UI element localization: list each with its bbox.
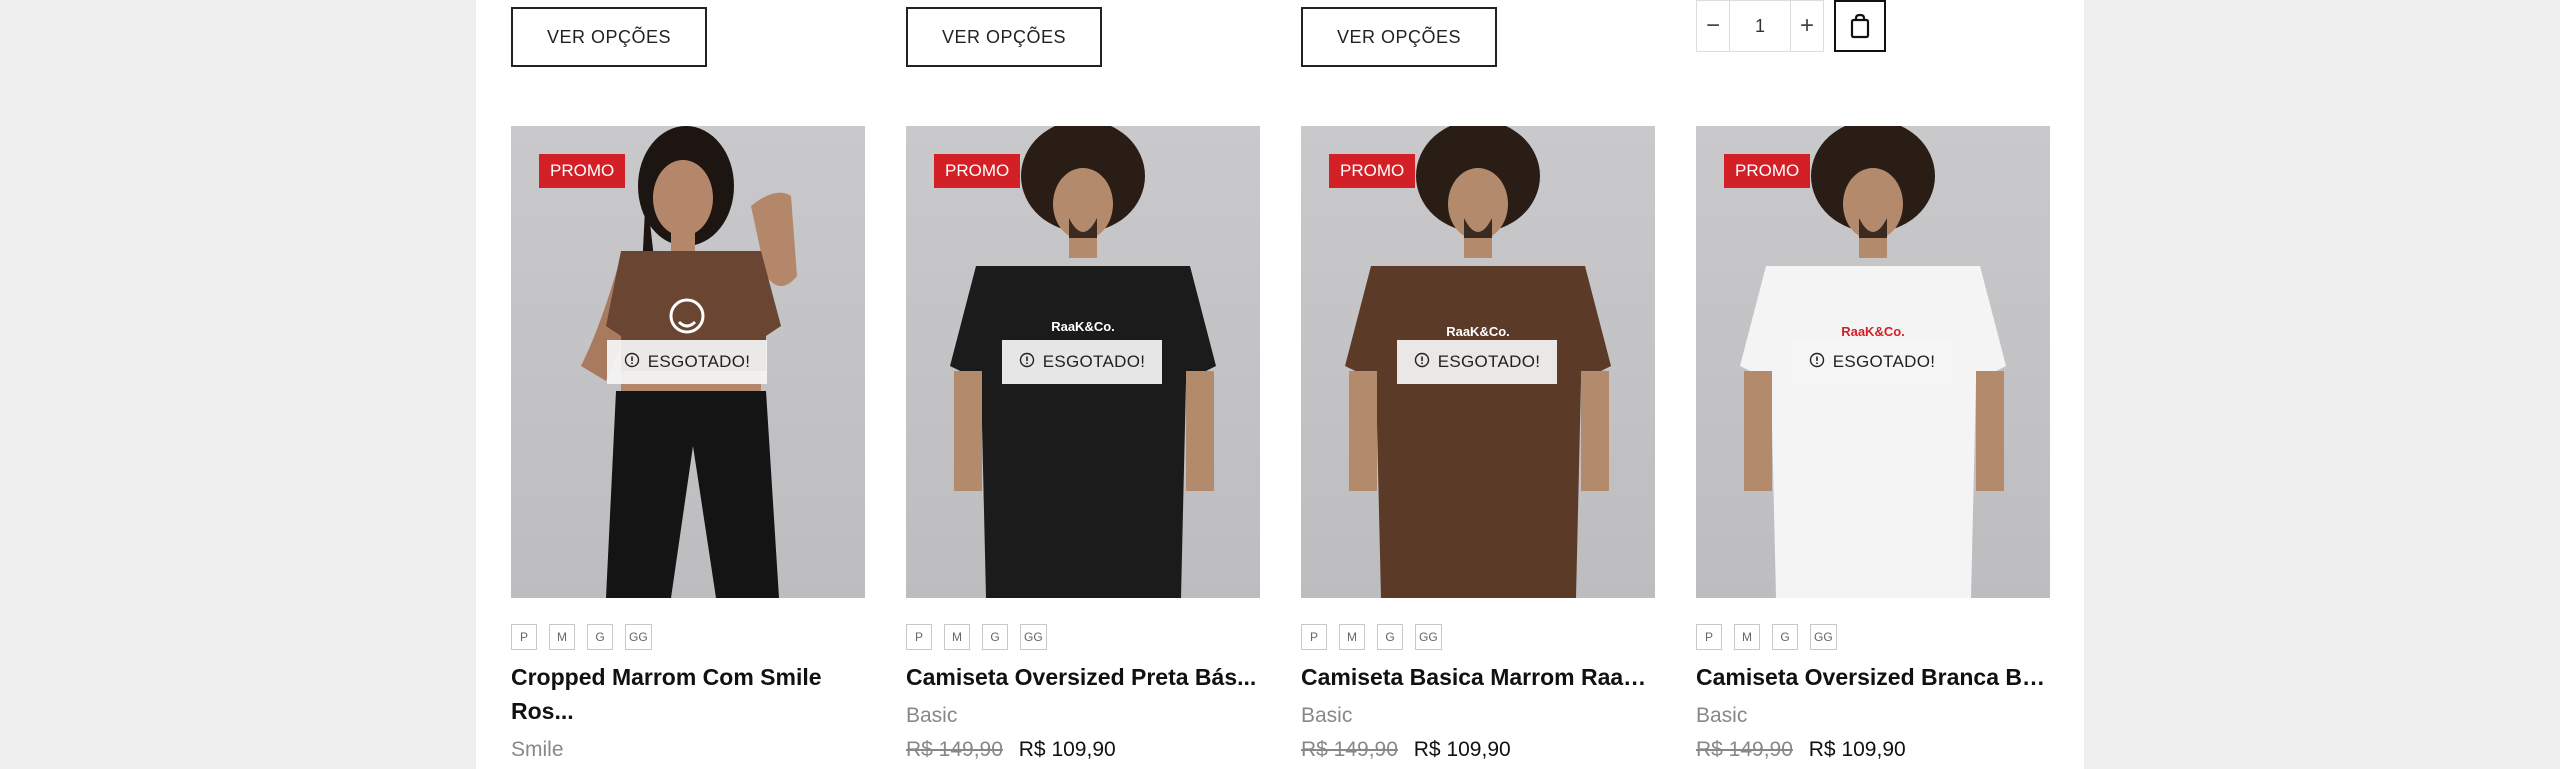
product-image[interactable]: RaaK&Co. PROMO ESGOTADO! <box>906 126 1260 598</box>
promo-badge: PROMO <box>539 154 626 188</box>
size-option[interactable]: M <box>549 624 575 650</box>
size-option[interactable]: P <box>906 624 932 650</box>
sold-out-badge: ESGOTADO! <box>1002 340 1162 384</box>
shirt-logo: RaaK&Co. <box>1051 319 1115 334</box>
sold-out-badge: ESGOTADO! <box>1792 340 1952 384</box>
sold-out-label: ESGOTADO! <box>1437 352 1541 371</box>
shirt-shape <box>1345 266 1611 598</box>
view-options-button[interactable]: VER OPÇÕES <box>1301 7 1497 67</box>
original-price: R$ 149,90 <box>1696 738 1793 761</box>
price-block: R$ 149,90 R$ 109,90 <box>906 738 1116 762</box>
add-to-cart-button[interactable] <box>1834 0 1886 52</box>
product-grid-page: VER OPÇÕES PROMO ESGOTADO! P M G GG Crop… <box>476 0 2084 769</box>
size-list: P M G GG <box>906 624 1047 650</box>
promo-badge: PROMO <box>1724 154 1811 188</box>
sold-out-badge: ESGOTADO! <box>607 340 767 384</box>
sold-out-label: ESGOTADO! <box>647 352 751 371</box>
sold-out-label: ESGOTADO! <box>1832 352 1936 371</box>
size-option[interactable]: G <box>1772 624 1798 650</box>
product-brand: Basic <box>1301 704 1353 727</box>
size-option[interactable]: G <box>982 624 1008 650</box>
size-option[interactable]: GG <box>625 624 652 650</box>
product-image[interactable]: RaaK&Co. PROMO ESGOTADO! <box>1301 126 1655 598</box>
info-circle-icon <box>1809 352 1825 373</box>
sale-price: R$ 109,90 <box>1413 738 1511 761</box>
product-title[interactable]: Camiseta Basica Marrom RaakC... <box>1301 660 1655 694</box>
size-option[interactable]: M <box>1339 624 1365 650</box>
size-option[interactable]: G <box>587 624 613 650</box>
product-title[interactable]: Camiseta Oversized Branca Bá... <box>1696 660 2050 694</box>
size-list: P M G GG <box>1696 624 1837 650</box>
product-title[interactable]: Camiseta Oversized Preta Bás... <box>906 660 1260 694</box>
info-circle-icon <box>1414 352 1430 373</box>
product-title[interactable]: Cropped Marrom Com Smile Ros... <box>511 660 865 728</box>
product-brand: Smile <box>511 738 564 761</box>
size-list: P M G GG <box>1301 624 1442 650</box>
original-price: R$ 149,90 <box>906 738 1003 761</box>
size-list: P M G GG <box>511 624 652 650</box>
size-option[interactable]: M <box>944 624 970 650</box>
sold-out-badge: ESGOTADO! <box>1397 340 1557 384</box>
quantity-stepper: − 1 + <box>1696 0 1824 52</box>
size-option[interactable]: P <box>1301 624 1327 650</box>
view-options-button[interactable]: VER OPÇÕES <box>906 7 1102 67</box>
promo-badge: PROMO <box>934 154 1021 188</box>
promo-badge: PROMO <box>1329 154 1416 188</box>
quantity-value[interactable]: 1 <box>1729 1 1791 51</box>
sale-price: R$ 109,90 <box>1808 738 1906 761</box>
view-options-button[interactable]: VER OPÇÕES <box>511 7 707 67</box>
size-option[interactable]: GG <box>1810 624 1837 650</box>
size-option[interactable]: GG <box>1415 624 1442 650</box>
size-option[interactable]: P <box>1696 624 1722 650</box>
shirt-logo: RaaK&Co. <box>1446 324 1510 339</box>
size-option[interactable]: P <box>511 624 537 650</box>
plus-icon[interactable]: + <box>1791 1 1823 51</box>
info-circle-icon <box>624 352 640 373</box>
info-circle-icon <box>1019 352 1035 373</box>
product-image[interactable]: PROMO ESGOTADO! <box>511 126 865 598</box>
size-option[interactable]: M <box>1734 624 1760 650</box>
product-brand: Basic <box>906 704 958 727</box>
product-image[interactable]: RaaK&Co. PROMO ESGOTADO! <box>1696 126 2050 598</box>
price-block: R$ 149,90 R$ 109,90 <box>1696 738 1906 762</box>
price-block: R$ 149,90 R$ 109,90 <box>1301 738 1511 762</box>
size-option[interactable]: GG <box>1020 624 1047 650</box>
shirt-shape <box>950 266 1216 598</box>
shirt-shape <box>1740 266 2006 598</box>
original-price: R$ 149,90 <box>1301 738 1398 761</box>
size-option[interactable]: G <box>1377 624 1403 650</box>
sale-price: R$ 109,90 <box>1018 738 1116 761</box>
product-brand: Basic <box>1696 704 1748 727</box>
shirt-logo: RaaK&Co. <box>1841 324 1905 339</box>
minus-icon[interactable]: − <box>1697 1 1729 51</box>
shopping-bag-icon <box>1850 13 1870 39</box>
sold-out-label: ESGOTADO! <box>1042 352 1146 371</box>
